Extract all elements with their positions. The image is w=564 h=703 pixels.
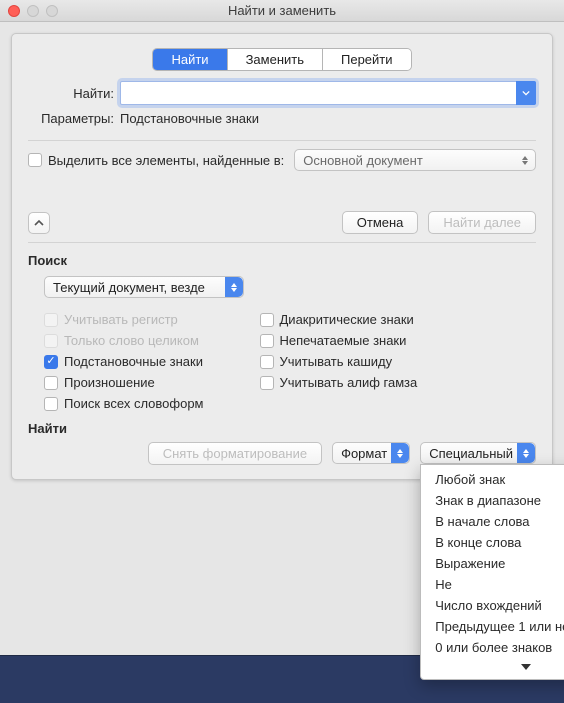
search-scope-value: Текущий документ, везде	[53, 280, 205, 295]
find-section-title: Найти	[28, 421, 536, 436]
option-right-0[interactable]: Диакритические знаки	[260, 312, 418, 327]
highlight-all-checkbox[interactable]: Выделить все элементы, найденные в:	[28, 153, 284, 168]
option-label: Подстановочные знаки	[64, 354, 203, 369]
option-left-1: Только слово целиком	[44, 333, 204, 348]
find-label: Найти:	[28, 86, 120, 101]
checkbox-icon	[260, 355, 274, 369]
clear-formatting-button[interactable]: Снять форматирование	[148, 442, 322, 465]
tab-find[interactable]: Найти	[153, 49, 227, 70]
highlight-all-label: Выделить все элементы, найденные в:	[48, 153, 284, 168]
mode-tabs: Найти Заменить Перейти	[28, 48, 536, 71]
tab-replace[interactable]: Заменить	[228, 49, 323, 70]
checkbox-icon	[44, 334, 58, 348]
special-menu-item-1[interactable]: Знак в диапазоне	[421, 490, 564, 511]
titlebar: Найти и заменить	[0, 0, 564, 22]
option-label: Учитывать регистр	[64, 312, 178, 327]
find-next-button[interactable]: Найти далее	[428, 211, 536, 234]
search-scope-dropdown[interactable]: Текущий документ, везде	[44, 276, 244, 298]
checkbox-icon	[260, 334, 274, 348]
option-right-1[interactable]: Непечатаемые знаки	[260, 333, 418, 348]
special-menu-item-2[interactable]: В начале слова	[421, 511, 564, 532]
updown-icon	[517, 443, 535, 463]
tab-goto[interactable]: Перейти	[323, 49, 411, 70]
highlight-scope-value: Основной документ	[303, 153, 423, 168]
checkbox-icon	[44, 376, 58, 390]
collapse-toggle[interactable]	[28, 212, 50, 234]
option-right-2[interactable]: Учитывать кашиду	[260, 354, 418, 369]
option-label: Учитывать алиф гамза	[280, 375, 418, 390]
menu-more-icon[interactable]	[421, 658, 564, 677]
dialog-sheet: Найти Заменить Перейти Найти: Параметры:…	[11, 33, 553, 480]
updown-icon	[391, 443, 409, 463]
option-left-0: Учитывать регистр	[44, 312, 204, 327]
special-dropdown[interactable]: Специальный	[420, 442, 536, 464]
find-combo-arrow[interactable]	[516, 81, 536, 105]
window-title: Найти и заменить	[0, 3, 564, 18]
special-menu-item-4[interactable]: Выражение	[421, 553, 564, 574]
params-label: Параметры:	[28, 111, 120, 126]
special-menu-item-3[interactable]: В конце слова	[421, 532, 564, 553]
updown-icon	[517, 152, 533, 168]
special-menu[interactable]: Любой знакЗнак в диапазонеВ начале слова…	[420, 464, 564, 680]
option-right-3[interactable]: Учитывать алиф гамза	[260, 375, 418, 390]
option-label: Поиск всех словоформ	[64, 396, 204, 411]
format-label: Формат	[341, 446, 387, 461]
option-left-2[interactable]: Подстановочные знаки	[44, 354, 204, 369]
checkbox-icon	[260, 313, 274, 327]
updown-icon	[225, 277, 243, 297]
checkbox-icon	[44, 313, 58, 327]
checkbox-icon	[260, 376, 274, 390]
checkbox-checked-icon	[44, 355, 58, 369]
params-value: Подстановочные знаки	[120, 111, 259, 126]
special-menu-item-8[interactable]: 0 или более знаков	[421, 637, 564, 658]
option-label: Только слово целиком	[64, 333, 199, 348]
checkbox-icon	[28, 153, 42, 167]
special-menu-item-5[interactable]: Не	[421, 574, 564, 595]
option-label: Диакритические знаки	[280, 312, 414, 327]
search-options: Учитывать регистр Только слово целиком Под…	[44, 312, 536, 411]
option-label: Произношение	[64, 375, 155, 390]
find-input[interactable]	[120, 81, 536, 105]
option-left-3[interactable]: Произношение	[44, 375, 204, 390]
find-combobox[interactable]	[120, 81, 536, 105]
special-menu-item-6[interactable]: Число вхождений	[421, 595, 564, 616]
highlight-scope-dropdown[interactable]: Основной документ	[294, 149, 536, 171]
checkbox-icon	[44, 397, 58, 411]
cancel-button[interactable]: Отмена	[342, 211, 419, 234]
option-left-4[interactable]: Поиск всех словоформ	[44, 396, 204, 411]
special-menu-item-7[interactable]: Предыдущее 1 или несколько	[421, 616, 564, 637]
special-label: Специальный	[429, 446, 513, 461]
special-menu-item-0[interactable]: Любой знак	[421, 469, 564, 490]
search-section-title: Поиск	[28, 253, 536, 268]
format-dropdown[interactable]: Формат	[332, 442, 410, 464]
option-label: Непечатаемые знаки	[280, 333, 407, 348]
option-label: Учитывать кашиду	[280, 354, 393, 369]
